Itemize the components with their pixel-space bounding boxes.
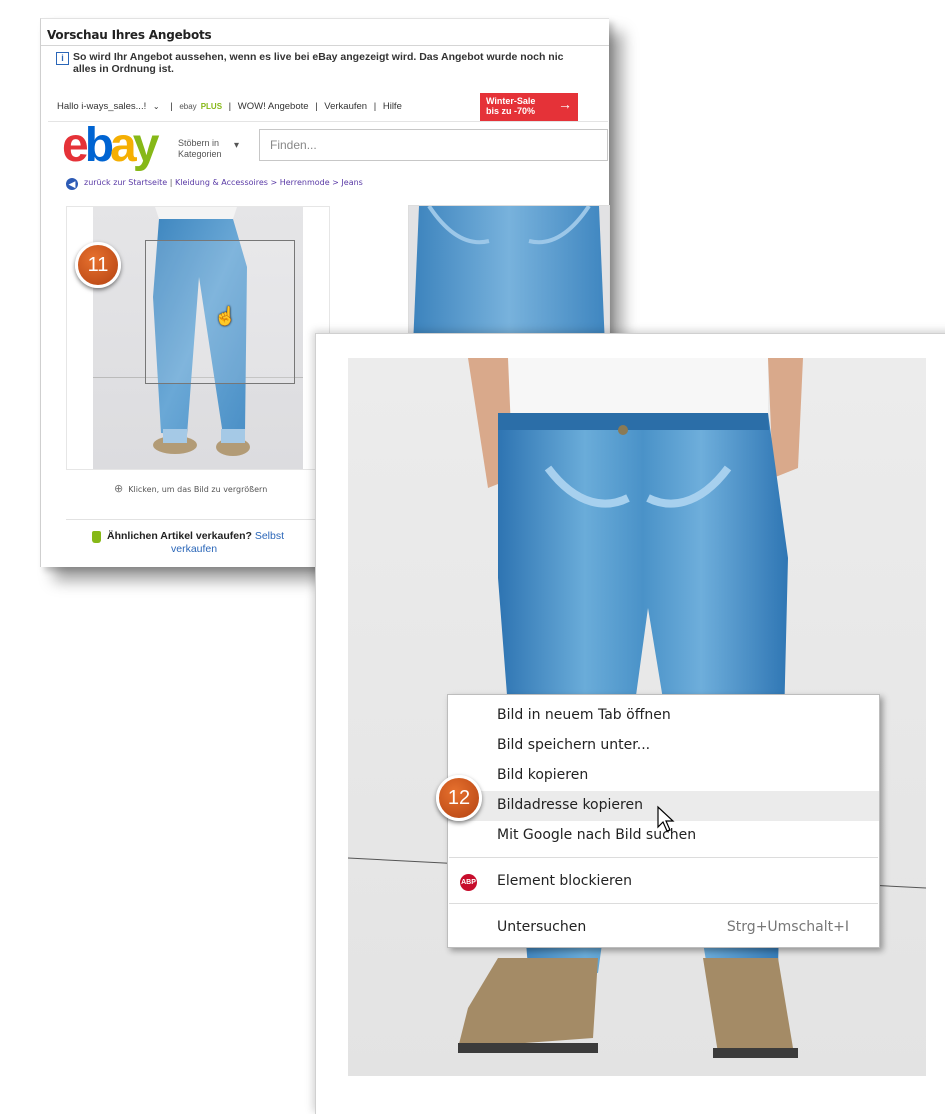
nav-help[interactable]: Hilfe [383, 101, 402, 112]
divider [41, 45, 609, 46]
shop-by-category-button[interactable]: Stöbern in Kategorien [178, 138, 222, 160]
top-navigation: Hallo i-ways_sales...! ⌄ | ebay PLUS | WO… [57, 101, 402, 112]
breadcrumb: zurück zur Startseite | Kleidung & Acces… [84, 178, 363, 187]
sell-link-continued[interactable]: verkaufen [171, 543, 217, 555]
nav-greeting[interactable]: Hallo i-ways_sales...! ⌄ [57, 101, 164, 112]
mouse-pointer-icon [657, 805, 675, 832]
inspect-shortcut: Strg+Umschalt+I [726, 919, 849, 935]
ebay-logo[interactable]: ebay [62, 120, 159, 172]
price-tag-icon [92, 531, 101, 543]
back-to-home-link[interactable]: zurück zur Startseite [84, 178, 167, 187]
step-badge-12: 12 [436, 775, 482, 821]
menu-separator [449, 857, 878, 858]
menu-item-block-element[interactable]: ABP Element blockieren [448, 867, 879, 897]
sell-yourself-link[interactable]: Selbst [255, 530, 284, 542]
nav-deals[interactable]: WOW! Angebote [238, 101, 309, 112]
menu-item-copy-image[interactable]: Bild kopieren [448, 761, 879, 791]
back-arrow-icon[interactable]: ◀ [66, 178, 78, 190]
nav-ebay-plus[interactable]: ebay PLUS [179, 102, 222, 111]
arrow-right-icon: → [558, 96, 572, 112]
divider [66, 519, 316, 520]
info-icon: i [56, 52, 69, 65]
magnifier-plus-icon: ⊕ [114, 482, 124, 495]
zoom-hint[interactable]: ⊕ Klicken, um das Bild zu vergrößern [114, 482, 267, 495]
step-badge-11: 11 [75, 242, 121, 288]
winter-sale-banner[interactable]: Winter-Sale bis zu -70% → [480, 93, 578, 121]
hand-pointer-icon: ☝ [214, 306, 237, 326]
preview-info-text: So wird Ihr Angebot aussehen, wenn es li… [73, 51, 564, 75]
menu-item-open-image-new-tab[interactable]: Bild in neuem Tab öffnen [448, 701, 879, 731]
preview-title: Vorschau Ihres Angebots [47, 28, 212, 42]
menu-separator [449, 903, 878, 904]
menu-item-inspect[interactable]: Untersuchen Strg+Umschalt+I [448, 913, 879, 943]
caret-down-icon: ▾ [234, 140, 240, 151]
jeans-image [409, 206, 609, 336]
search-input[interactable]: Finden... [259, 129, 608, 161]
chevron-down-icon: ⌄ [152, 102, 160, 111]
adblock-plus-icon: ABP [460, 874, 477, 891]
sell-similar-text: Ähnlichen Artikel verkaufen? Selbst [107, 530, 285, 542]
category-breadcrumb[interactable]: Kleidung & Accessoires > Herrenmode > Je… [175, 178, 363, 187]
nav-sell[interactable]: Verkaufen [324, 101, 367, 112]
menu-item-save-image-as[interactable]: Bild speichern unter... [448, 731, 879, 761]
product-main-image[interactable] [408, 205, 610, 337]
